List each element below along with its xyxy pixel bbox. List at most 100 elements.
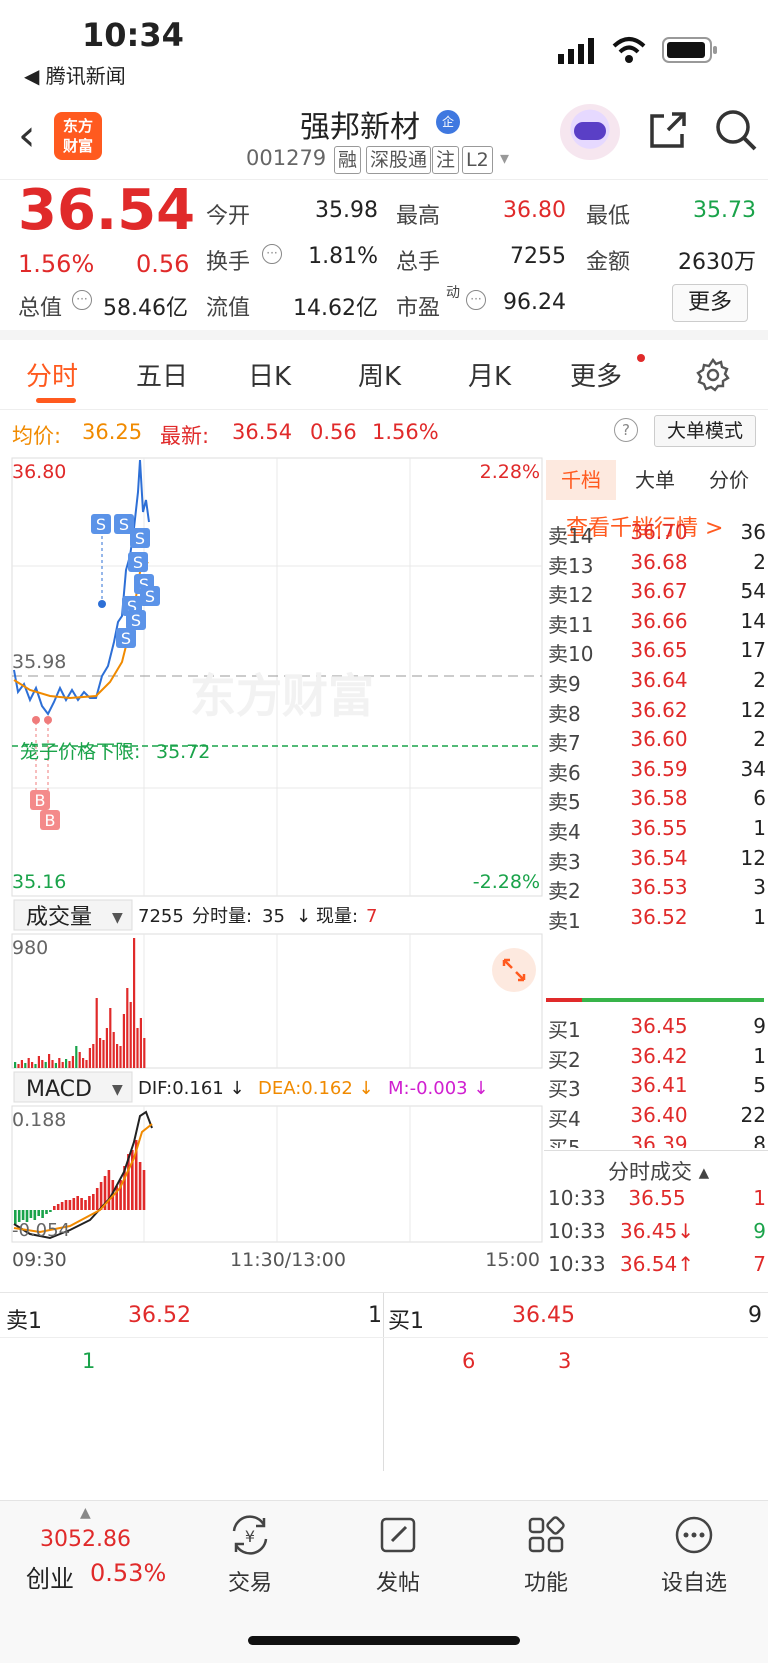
volume-bar [95,998,98,1068]
enterprise-badge: 企 [436,110,460,134]
bid-volume: 8 [753,1132,766,1148]
ask1-label: 卖1 [6,1309,42,1334]
tick-price: 36.54↑ [619,1252,694,1276]
tab-weekly-k[interactable]: 周K [358,356,401,393]
volume-bar [65,1059,68,1068]
tab-daily-k[interactable]: 日K [248,356,291,393]
nav-customize[interactable]: 设自选 [634,1515,754,1597]
ask-row[interactable]: 卖2 36.53 3 [548,875,766,905]
sell-marker-text: S [135,529,145,548]
tab-price-distribution[interactable]: 分价 [694,460,764,500]
back-chevron-icon[interactable]: ‹ [18,114,36,158]
high-label: 最高 [396,204,441,229]
bid1-detail: 3 [558,1349,572,1373]
level1-strip: 卖1 36.52 1 买1 36.45 9 1 6 3 [0,1292,768,1471]
volume-bar [51,1060,54,1068]
bid-row[interactable]: 买5 36.39 8 [548,1132,766,1148]
share-icon[interactable] [646,110,688,152]
ask-row[interactable]: 卖7 36.60 2 [548,727,766,757]
bid-row[interactable]: 买1 36.45 9 [548,1014,766,1044]
macd-bar [107,1170,111,1210]
bid1-volume: 9 [748,1303,762,1328]
volume-bar [37,1056,40,1068]
volume-bar [24,1063,27,1068]
tab-monthly-k[interactable]: 月K [468,356,511,393]
volume-bar [71,1056,74,1068]
ask-row[interactable]: 卖4 36.55 1 [548,816,766,846]
tag-registered: 注 [432,146,460,174]
macd-dif: DIF:0.161 ↓ [138,1078,245,1099]
expand-up-icon[interactable]: ▲ [80,1505,91,1521]
bid-price: 36.39 [630,1132,688,1148]
axis-up-percent: 2.28% [480,461,540,483]
volume-bar [129,1002,132,1068]
logo-text-2: 财富 [62,137,93,155]
axis-down-percent: -2.28% [473,871,540,893]
macd-bar [80,1198,83,1210]
ask-row[interactable]: 卖8 36.62 12 [548,698,766,728]
nav-post[interactable]: 发帖 [338,1515,458,1597]
ask-row[interactable]: 卖1 36.52 1 [548,905,766,935]
ask-row[interactable]: 卖13 36.68 2 [548,550,766,580]
ask-price: 36.64 [630,668,688,692]
ask-row[interactable]: 卖10 36.65 17 [548,638,766,668]
time-sales-header[interactable]: 分时成交 ▴ [608,1156,709,1186]
down-arrow-icon: ↓ [296,906,311,927]
ask1-price: 36.52 [128,1303,191,1328]
settings-gear-icon[interactable] [696,358,730,392]
volume-bar [116,1044,119,1068]
expand-button[interactable] [492,948,536,992]
volume-bar [41,1060,44,1068]
divider [383,1293,384,1471]
ask-row[interactable]: 卖12 36.67 54 [548,579,766,609]
tab-more[interactable]: 更多 [570,356,622,393]
bid-row[interactable]: 买2 36.42 1 [548,1044,766,1074]
ask-row[interactable]: 卖14 36.70 36 [548,520,766,550]
index-value[interactable]: 3052.86 [40,1527,131,1552]
more-button[interactable]: 更多 [672,284,748,322]
ask-row[interactable]: 卖9 36.64 2 [548,668,766,698]
cage-label: 笼子价格下限: [20,741,140,763]
volume-bar [139,1018,142,1068]
ask-level-label: 卖11 [548,612,594,637]
assistant-robot-icon[interactable] [560,104,620,160]
tab-big-orders[interactable]: 大单 [620,460,690,500]
ask-price: 36.68 [630,549,688,574]
tick-row: 10:33 36.54↑ 7 [548,1252,766,1282]
ask-volume: 3 [753,875,766,900]
nav-trade[interactable]: ¥ 交易 [190,1515,310,1597]
more-info-icon[interactable]: ··· [466,290,486,310]
back-to-app-link[interactable]: ◀ 腾讯新闻 [24,60,126,89]
amount-value: 2630万 [678,250,756,275]
volume-label: 总手 [396,250,441,275]
tab-intraday[interactable]: 分时 [26,356,78,393]
volume-now-label: 现量: [316,906,358,927]
big-order-mode-button[interactable]: 大单模式 [654,415,756,447]
volume-bar [88,1048,91,1068]
ask-volume: 36 [740,520,766,544]
volume-bar [136,1028,139,1068]
macd-bar [33,1210,37,1220]
tab-five-day[interactable]: 五日 [136,356,188,393]
ask-row[interactable]: 卖11 36.66 14 [548,609,766,639]
nav-functions[interactable]: 功能 [486,1515,606,1597]
ask-price: 36.52 [630,904,688,929]
dropdown-triangle-icon[interactable]: ▾ [500,148,509,169]
home-indicator[interactable] [248,1636,520,1645]
tick-price: 36.45↓ [619,1219,694,1243]
bid-row[interactable]: 买4 36.40 22 [548,1103,766,1133]
ask-row[interactable]: 卖3 36.54 12 [548,846,766,876]
clock: 10:34 [82,16,184,54]
bid-volume: 9 [753,1014,766,1038]
ask1-detail: 1 [82,1349,96,1373]
intraday-chart[interactable]: 东方财富 S S S S S S S S S B B 36.80 2.28% 3… [0,452,544,1292]
bid-row[interactable]: 买3 36.41 5 [548,1073,766,1103]
more-info-icon[interactable]: ··· [262,244,282,264]
help-icon[interactable]: ? [614,418,638,442]
ask-row[interactable]: 卖6 36.59 34 [548,757,766,787]
tab-thousand-level[interactable]: 千档 [546,460,616,500]
more-info-icon[interactable]: ··· [72,290,92,310]
ask-row[interactable]: 卖5 36.58 6 [548,786,766,816]
search-icon[interactable] [714,108,758,152]
nav-functions-label: 功能 [523,1571,568,1596]
